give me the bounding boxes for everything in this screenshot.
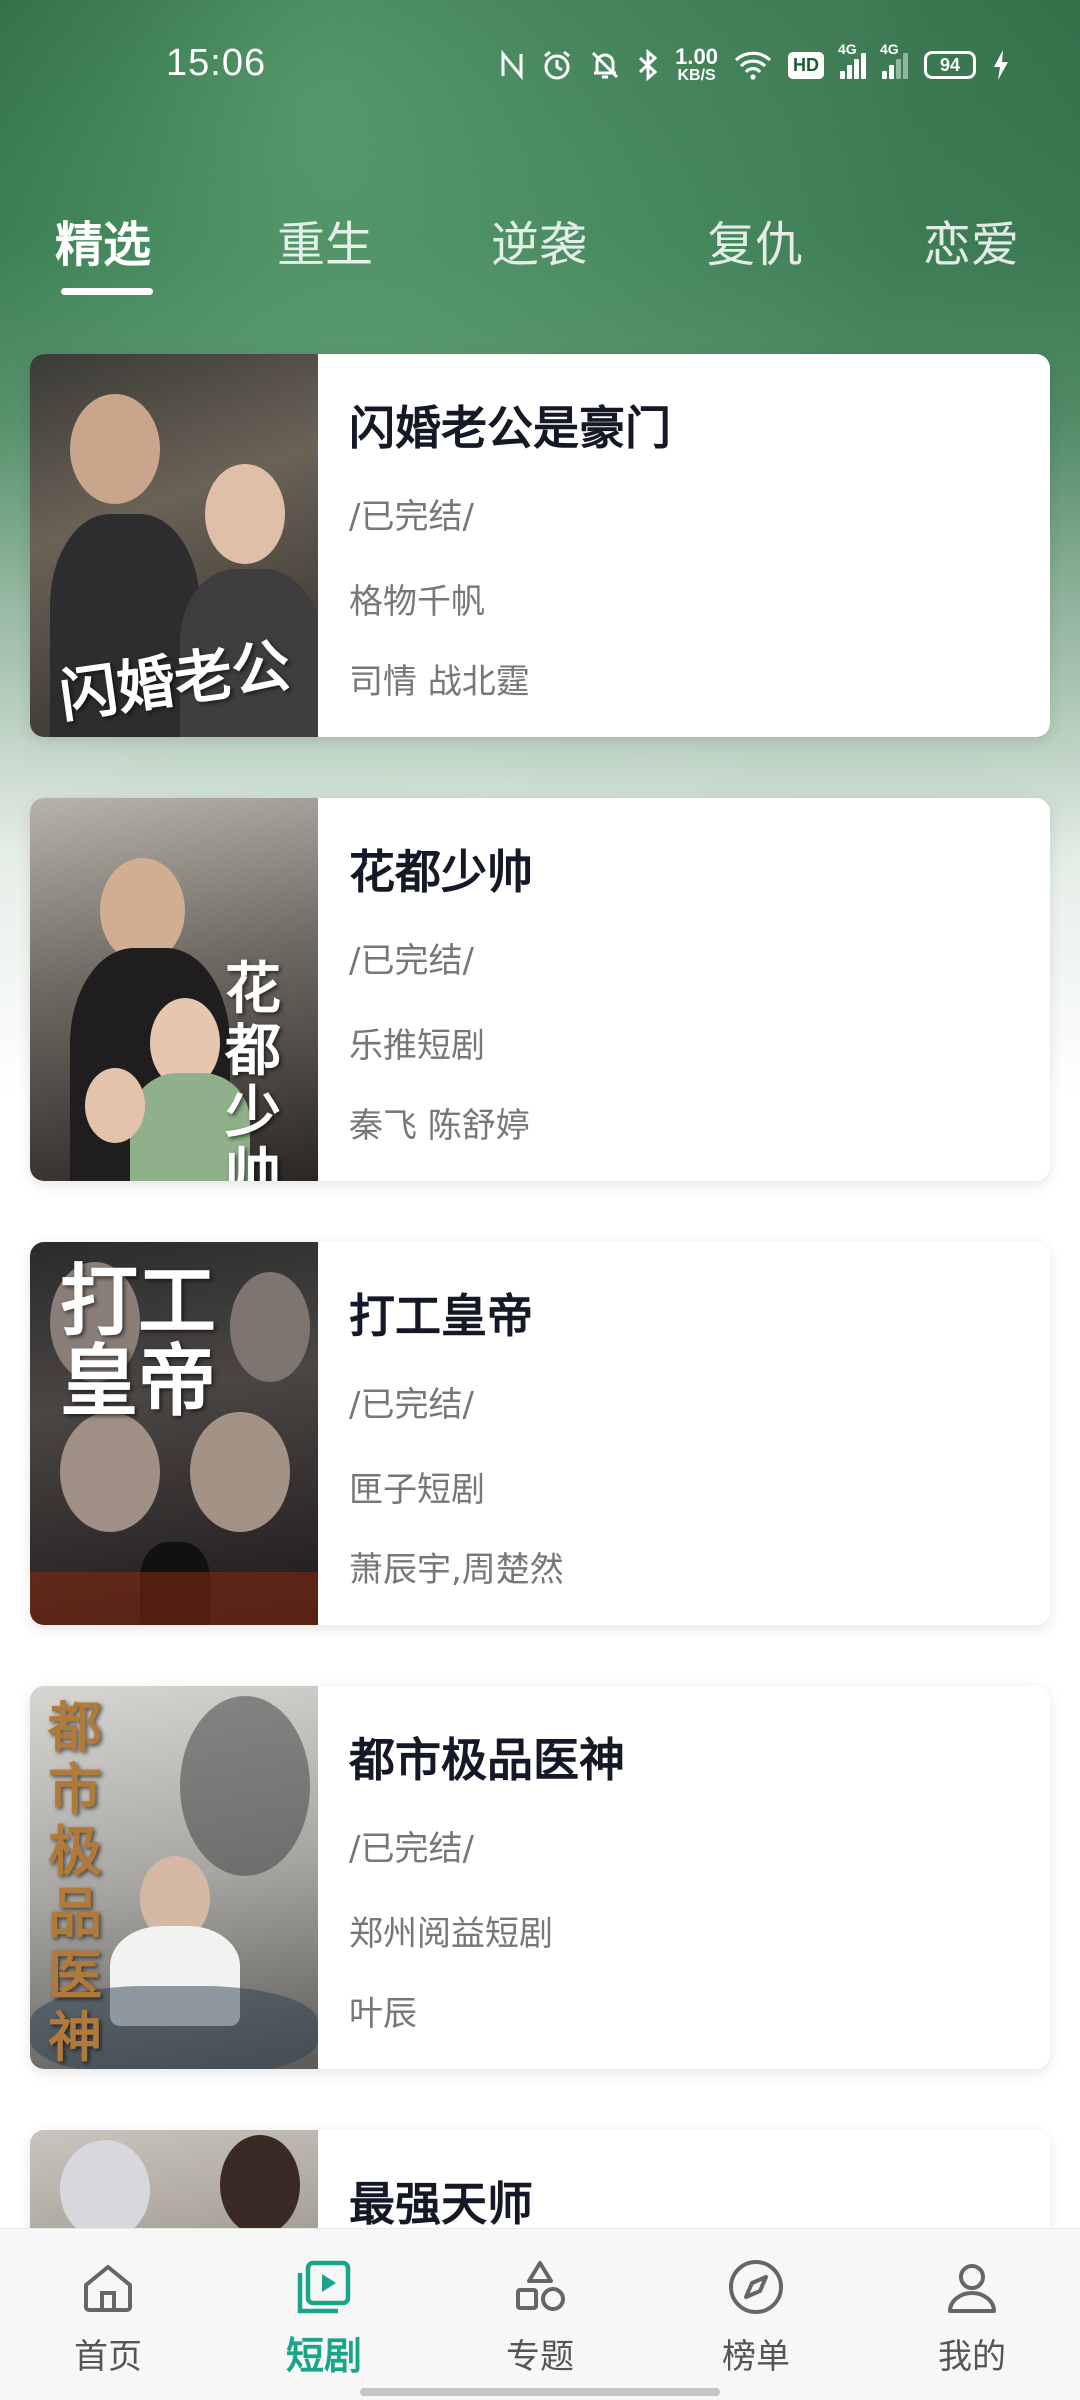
alarm-icon: [541, 49, 573, 81]
nav-home-label: 首页: [74, 2337, 142, 2377]
profile-icon: [948, 2264, 996, 2313]
charging-bolt-icon: [992, 49, 1010, 81]
signal-1-network-label: 4G: [838, 41, 857, 57]
drama-title: 都市极品医神: [349, 1733, 625, 1787]
nav-topics[interactable]: 专题: [432, 2229, 648, 2400]
nav-rankings[interactable]: 榜单: [648, 2229, 864, 2400]
tab-comeback[interactable]: 逆袭: [491, 205, 587, 275]
battery-indicator: 94: [924, 51, 976, 79]
drama-card[interactable]: 花都少帅 花都少帅 /已完结/ 乐推短剧 秦飞 陈舒婷: [30, 798, 1050, 1181]
short-drama-icon: [297, 2260, 351, 2314]
drama-producer: 乐推短剧: [349, 1026, 485, 1066]
network-speed: 1.00 KB/S: [675, 46, 718, 84]
compass-icon: [729, 2260, 783, 2314]
nav-home[interactable]: 首页: [0, 2229, 216, 2400]
nav-short-drama[interactable]: 短剧: [216, 2229, 432, 2400]
status-bar: 15:06 1.00 KB/S HD 4G 4G 94: [0, 0, 1080, 135]
nav-short-drama-label: 短剧: [285, 2334, 362, 2378]
drama-card[interactable]: 打工皇帝 打工皇帝 /已完结/ 匣子短剧 萧辰宇,周楚然: [30, 1242, 1050, 1625]
wifi-icon: [734, 50, 772, 80]
drama-status: /已完结/: [349, 1385, 474, 1425]
drama-status: /已完结/: [349, 941, 474, 981]
signal-strength-1: 4G: [838, 41, 866, 79]
drama-cast: 萧辰宇,周楚然: [349, 1550, 564, 1590]
drama-status: /已完结/: [349, 497, 474, 537]
drama-producer: 郑州阅益短剧: [349, 1914, 553, 1954]
signal-2-network-label: 4G: [880, 41, 899, 57]
drama-poster[interactable]: 都市极品医神: [30, 1686, 318, 2069]
drama-poster[interactable]: 闪婚老公: [30, 354, 318, 737]
drama-title: 打工皇帝: [349, 1289, 533, 1343]
nav-profile-label: 我的: [938, 2337, 1006, 2377]
tab-revenge[interactable]: 复仇: [707, 205, 803, 275]
category-tabs: 精选 重生 逆袭 复仇 恋爱: [0, 205, 1080, 305]
drama-poster[interactable]: 花都少帅: [30, 798, 318, 1181]
home-gesture-bar[interactable]: [360, 2388, 720, 2396]
drama-poster[interactable]: 打工皇帝: [30, 1242, 318, 1625]
drama-producer: 匣子短剧: [349, 1470, 485, 1510]
tab-romance[interactable]: 恋爱: [923, 205, 1019, 275]
active-tab-indicator: [61, 288, 153, 295]
tab-featured[interactable]: 精选: [55, 205, 151, 275]
bluetooth-icon: [637, 49, 659, 81]
drama-cast: 司情 战北霆: [349, 662, 530, 702]
drama-card[interactable]: 闪婚老公 闪婚老公是豪门 /已完结/ 格物千帆 司情 战北霆: [30, 354, 1050, 737]
tab-rebirth[interactable]: 重生: [277, 205, 373, 275]
drama-cast: 叶辰: [349, 1994, 417, 2034]
home-icon: [84, 2265, 132, 2312]
app-root: 15:06 1.00 KB/S HD 4G 4G 94 精选 重生 逆袭 复仇 …: [0, 0, 1080, 2400]
hd-voice-badge: HD: [788, 51, 824, 79]
drama-cast: 秦飞 陈舒婷: [349, 1106, 530, 1146]
nav-topics-label: 专题: [506, 2337, 574, 2377]
mute-bell-icon: [589, 49, 621, 81]
drama-producer: 格物千帆: [349, 582, 485, 622]
signal-strength-2: 4G: [880, 41, 908, 79]
topics-icon: [516, 2261, 565, 2311]
status-time: 15:06: [166, 42, 267, 84]
nav-profile[interactable]: 我的: [864, 2229, 1080, 2400]
drama-card[interactable]: 都市极品医神 都市极品医神 /已完结/ 郑州阅益短剧 叶辰: [30, 1686, 1050, 2069]
network-speed-value: 1.00: [675, 44, 718, 69]
drama-title: 闪婚老公是豪门: [349, 401, 671, 455]
network-speed-unit: KB/S: [677, 67, 716, 84]
drama-title: 最强天师: [349, 2177, 533, 2231]
drama-title: 花都少帅: [349, 845, 533, 899]
bottom-navigation: 首页 短剧 专题 榜单 我的: [0, 2228, 1080, 2400]
nfc-icon: [499, 50, 525, 80]
drama-status: /已完结/: [349, 1829, 474, 1869]
nav-rankings-label: 榜单: [722, 2337, 790, 2377]
status-icons: 1.00 KB/S HD 4G 4G 94: [499, 41, 1010, 84]
